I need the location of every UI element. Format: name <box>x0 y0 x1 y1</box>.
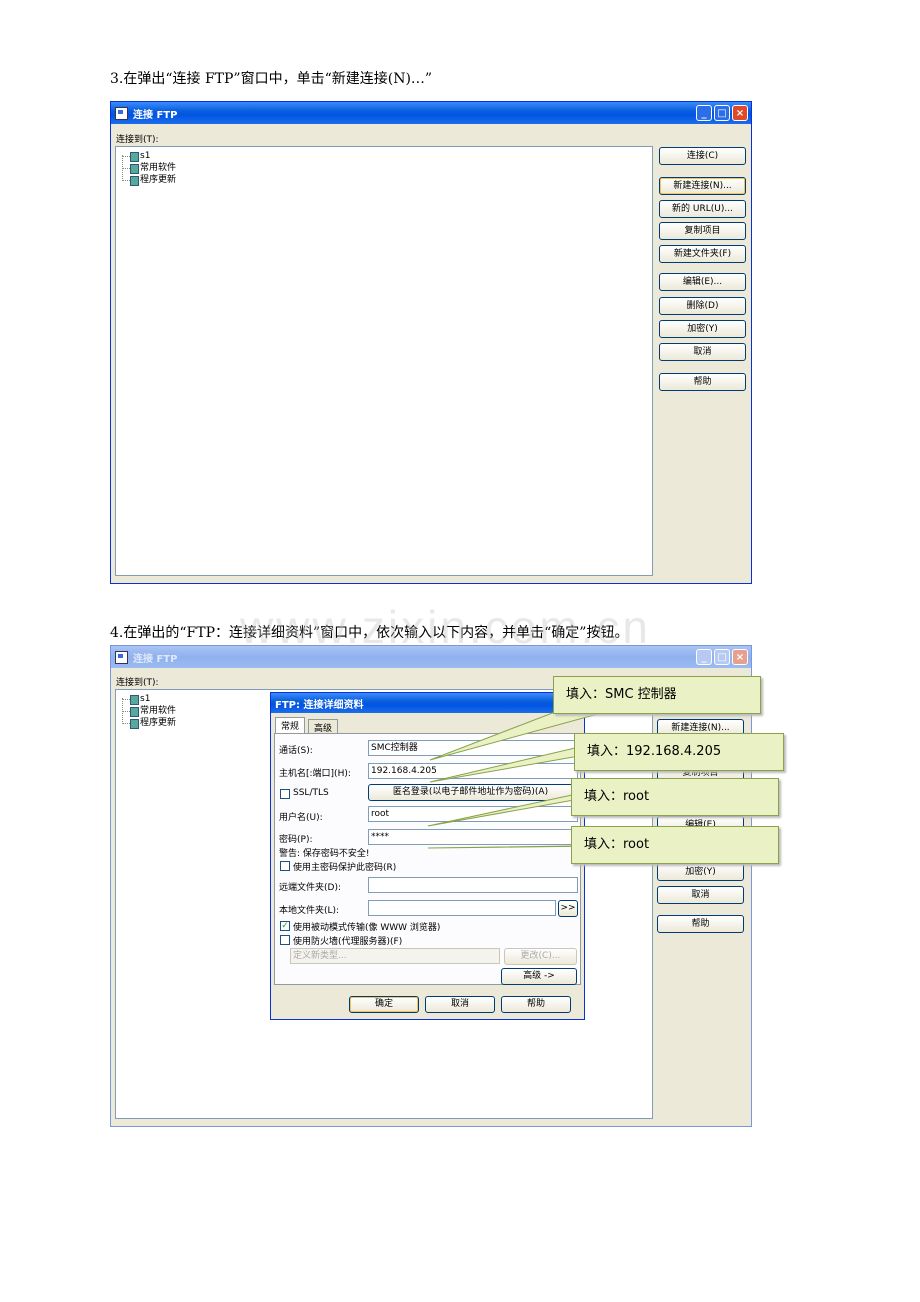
firewall-type-select[interactable]: 定义新类型... <box>290 948 500 964</box>
encrypt-button[interactable]: 加密(Y) <box>657 863 744 881</box>
callout-user: 填入：root <box>571 778 779 816</box>
minimize-icon[interactable]: _ <box>696 649 712 665</box>
maximize-icon[interactable]: □ <box>714 105 730 121</box>
edit-button[interactable]: 编辑(E)... <box>659 273 746 291</box>
tree-item-program-update[interactable]: 程序更新 <box>116 174 652 186</box>
firewall-label: 使用防火墙(代理服务器)(F) <box>293 937 403 947</box>
new-folder-button[interactable]: 新建文件夹(F) <box>659 245 746 263</box>
ftp-icon <box>115 106 128 120</box>
connect-button[interactable]: 连接(C) <box>659 147 746 165</box>
connect-to-label: 连接到(T): <box>116 678 159 688</box>
connection-icon <box>130 695 139 705</box>
dialog-titlebar[interactable]: FTP: 连接详细资料 <box>271 693 584 713</box>
browse-button[interactable]: >> <box>558 900 578 917</box>
window-titlebar[interactable]: 连接 FTP _ □ × <box>111 102 751 124</box>
tab-general[interactable]: 常规 <box>275 717 306 733</box>
step3-caption: 3.在弹出“连接 FTP”窗口中，单击“新建连接(N)…” <box>110 71 433 87</box>
dialog-cancel-button[interactable]: 取消 <box>425 996 495 1013</box>
ok-button[interactable]: 确定 <box>349 996 419 1013</box>
name-field[interactable]: SMC控制器 <box>368 740 578 756</box>
cancel-button[interactable]: 取消 <box>659 343 746 361</box>
close-icon[interactable]: × <box>732 649 748 665</box>
minimize-icon[interactable]: _ <box>696 105 712 121</box>
window-title: 连接 FTP <box>133 109 178 121</box>
help-button[interactable]: 帮助 <box>659 373 746 391</box>
remote-folder-field[interactable] <box>368 877 578 893</box>
delete-button[interactable]: 删除(D) <box>659 297 746 315</box>
anonymous-login-button[interactable]: 匿名登录(以电子邮件地址作为密码)(A) <box>368 784 573 801</box>
ssl-label: SSL/TLS <box>293 788 329 798</box>
master-password-checkbox[interactable] <box>280 861 290 871</box>
close-icon[interactable]: × <box>732 105 748 121</box>
connection-details-dialog: FTP: 连接详细资料 常规 高级 通话(S): SMC控制器 主机名[:端口]… <box>270 692 585 1020</box>
username-label: 用户名(U): <box>279 813 323 823</box>
master-password-label: 使用主密码保护此密码(R) <box>293 863 397 873</box>
firewall-checkbox[interactable] <box>280 935 290 945</box>
connection-icon <box>130 707 139 717</box>
password-label: 密码(P): <box>279 835 313 845</box>
help-button[interactable]: 帮助 <box>657 915 744 933</box>
connect-to-label: 连接到(T): <box>116 135 159 145</box>
password-warning: 警告: 保存密码不安全! <box>279 849 370 859</box>
tree-item-s1[interactable]: s1 <box>116 150 652 162</box>
advanced-button[interactable]: 高级 -> <box>501 968 577 985</box>
maximize-icon[interactable]: □ <box>714 649 730 665</box>
connection-icon <box>130 164 139 174</box>
encrypt-button[interactable]: 加密(Y) <box>659 320 746 338</box>
general-panel: 通话(S): SMC控制器 主机名[:端口](H): 192.168.4.205… <box>274 733 581 985</box>
new-url-button[interactable]: 新的 URL(U)... <box>659 200 746 218</box>
change-button[interactable]: 更改(C)... <box>504 948 577 965</box>
callout-name: 填入：SMC 控制器 <box>553 676 761 714</box>
local-folder-field[interactable] <box>368 900 556 916</box>
ftp-icon <box>115 650 128 664</box>
connection-icon <box>130 152 139 162</box>
callout-pass: 填入：root <box>571 826 779 864</box>
new-connection-button[interactable]: 新建连接(N)... <box>659 177 746 195</box>
passive-mode-label: 使用被动模式传输(像 WWW 浏览器) <box>293 923 441 933</box>
remote-folder-label: 远端文件夹(D): <box>279 883 341 893</box>
cancel-button[interactable]: 取消 <box>657 886 744 904</box>
name-label: 通话(S): <box>279 746 313 756</box>
connection-icon <box>130 176 139 186</box>
copy-item-button[interactable]: 复制项目 <box>659 222 746 240</box>
tree-item-common-software[interactable]: 常用软件 <box>116 162 652 174</box>
window-titlebar[interactable]: 连接 FTP _ □ × <box>111 646 751 668</box>
dialog-title: FTP: 连接详细资料 <box>275 699 364 711</box>
passive-mode-checkbox[interactable]: ✓ <box>280 921 290 931</box>
dialog-help-button[interactable]: 帮助 <box>501 996 571 1013</box>
host-label: 主机名[:端口](H): <box>279 769 351 779</box>
ssl-checkbox[interactable] <box>280 789 290 799</box>
password-field[interactable]: **** <box>368 829 578 845</box>
callout-host: 填入：192.168.4.205 <box>574 733 784 771</box>
window-title: 连接 FTP <box>133 653 178 665</box>
connect-ftp-window: 连接 FTP _ □ × 连接到(T): s1 常用软件 程序更新 连接(C) … <box>110 101 752 584</box>
username-field[interactable]: root <box>368 806 578 822</box>
connection-tree[interactable]: s1 常用软件 程序更新 <box>115 146 653 576</box>
local-folder-label: 本地文件夹(L): <box>279 906 340 916</box>
host-field[interactable]: 192.168.4.205 <box>368 763 578 779</box>
connection-icon <box>130 719 139 729</box>
